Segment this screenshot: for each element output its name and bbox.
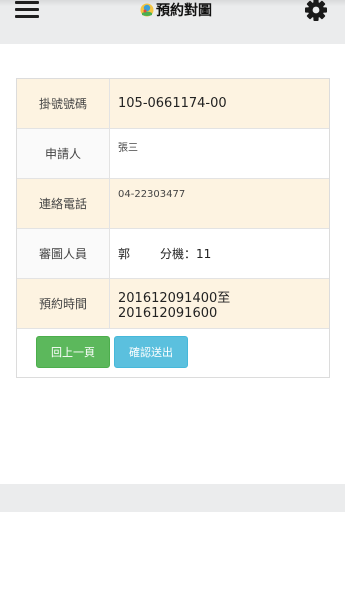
row-label: 預約時間	[17, 279, 110, 328]
row-label: 掛號號碼	[17, 79, 110, 128]
appointment-time-value: 201612091400至201612091600	[118, 290, 231, 321]
reviewer-name: 郭	[118, 247, 131, 261]
gear-icon[interactable]	[302, 0, 330, 23]
row-label: 連絡電話	[17, 179, 110, 228]
page-title: 預約對圖	[156, 3, 212, 19]
footer-bar	[0, 484, 345, 512]
menu-line	[15, 1, 39, 4]
phone-value: 04-22303477	[118, 189, 186, 200]
top-navbar: 預約對圖	[0, 0, 345, 44]
applicant-value: 張三	[118, 143, 138, 154]
form-row-appointment-time: 預約時間 201612091400至201612091600	[17, 279, 329, 329]
row-label: 審圖人員	[17, 229, 110, 278]
row-label: 申請人	[17, 129, 110, 178]
appointment-form-panel: 掛號號碼 105-0661174-00 申請人 張三 連絡電話 04-22303…	[16, 78, 330, 378]
title-group: 預約對圖	[140, 0, 212, 20]
registration-number-value: 105-0661174-00	[118, 96, 227, 111]
form-row-registration-number: 掛號號碼 105-0661174-00	[17, 79, 329, 129]
form-row-reviewer: 審圖人員 郭 分機：11	[17, 229, 329, 279]
hamburger-menu-icon[interactable]	[10, 0, 44, 22]
reviewer-value: 郭 分機：11	[118, 229, 211, 278]
form-row-applicant: 申請人 張三	[17, 129, 329, 179]
menu-line	[15, 8, 39, 11]
app-logo-icon	[140, 3, 154, 17]
reviewer-extension: 分機：11	[160, 247, 212, 261]
action-button-row: 回上一頁 確認送出	[17, 329, 329, 377]
confirm-submit-button[interactable]: 確認送出	[114, 336, 188, 368]
menu-line	[15, 15, 39, 18]
form-row-phone: 連絡電話 04-22303477	[17, 179, 329, 229]
back-button[interactable]: 回上一頁	[36, 336, 110, 368]
